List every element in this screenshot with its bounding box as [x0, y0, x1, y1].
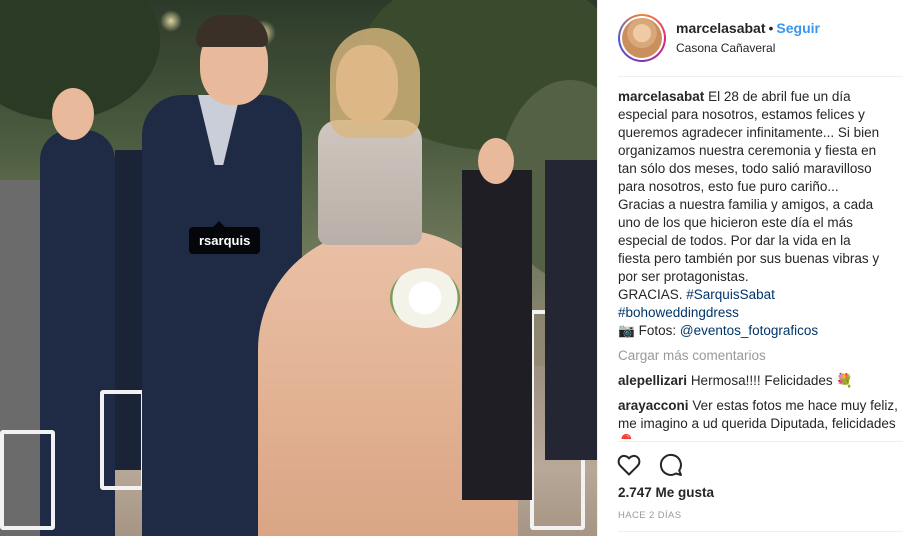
follow-button[interactable]: Seguir	[776, 20, 820, 36]
caption-text-line: queremos agradecer infinitamente... Si b…	[618, 125, 880, 140]
caption-text-line: Gracias a nuestra familia y amigos, a ca…	[618, 197, 874, 212]
bride-hair	[330, 28, 420, 138]
caption-text-line: organizamos nuestra ceremonia y fiesta e…	[618, 143, 877, 158]
caption-text-line: por ser protagonistas.	[618, 269, 749, 284]
header-username[interactable]: marcelasabat	[676, 20, 766, 36]
post-timestamp[interactable]: HACE 2 DÍAS	[618, 510, 682, 521]
balloon-emoji-icon: 🎈	[618, 434, 635, 439]
caption-text-line: especial de todos. Por dar la vida en la	[618, 233, 851, 248]
light-bokeh	[160, 10, 182, 32]
guest-figure	[545, 160, 597, 460]
hashtag-link[interactable]: #bohoweddingdress	[618, 305, 739, 320]
post-photo[interactable]: rsarquis	[0, 0, 597, 536]
fotos-label: Fotos:	[638, 323, 677, 338]
post-side-panel: marcelasabat • Seguir Casona Cañaveral mar…	[597, 0, 915, 536]
comment-text: Hermosa!!!! Felicidades	[690, 373, 833, 388]
guest-figure	[462, 170, 532, 500]
caption: marcelasabat El 28 de abril fue un día e…	[618, 88, 899, 340]
post-header: marcelasabat • Seguir Casona Cañaveral	[618, 10, 903, 66]
divider	[618, 441, 903, 442]
avatar[interactable]	[622, 18, 662, 58]
comments-section[interactable]: marcelasabat El 28 de abril fue un día e…	[618, 88, 899, 439]
bride-bodice	[318, 120, 422, 245]
caption-text-line: El 28 de abril fue un día	[708, 89, 851, 104]
comment-icon[interactable]	[658, 452, 684, 478]
divider	[618, 76, 903, 77]
comment-username[interactable]: alepellizari	[618, 373, 687, 388]
action-bar	[616, 451, 700, 479]
bouquet	[390, 268, 460, 328]
caption-gracias: GRACIAS.	[618, 287, 683, 302]
comment-item: alepellizari Hermosa!!!! Felicidades 💐	[618, 372, 899, 390]
location-link[interactable]: Casona Cañaveral	[676, 39, 820, 57]
comment-username[interactable]: arayacconi	[618, 398, 689, 413]
hashtag-link[interactable]: #SarquisSabat	[686, 287, 775, 302]
caption-text-line: uno de los que hicieron este día el más	[618, 215, 853, 230]
instagram-post: rsarquis marcelasabat • Seguir Casona Caña…	[0, 0, 915, 536]
groom-hair	[196, 15, 268, 47]
mention-link[interactable]: @eventos_fotograficos	[680, 323, 818, 338]
white-chair	[100, 390, 145, 490]
user-tag[interactable]: rsarquis	[189, 221, 261, 254]
likes-count[interactable]: 2.747 Me gusta	[618, 485, 714, 500]
comment-item: arayacconi Ver estas fotos me hace muy f…	[618, 397, 899, 439]
guest-face	[52, 88, 94, 140]
caption-username[interactable]: marcelasabat	[618, 89, 704, 104]
story-ring[interactable]	[618, 14, 666, 62]
white-chair	[0, 430, 55, 530]
heart-icon[interactable]	[616, 452, 642, 478]
caption-text-line: especial para nosotros, estamos felices …	[618, 107, 865, 122]
camera-icon: 📷	[618, 323, 635, 338]
caption-text-line: fiesta pero también por sus buenas vibra…	[618, 251, 880, 266]
caption-text-line: para nosotros, esto fue puro cariño...	[618, 179, 839, 194]
load-more-comments-button[interactable]: Cargar más comentarios	[618, 347, 899, 365]
divider	[618, 531, 903, 532]
caption-text-line: tan sólo dos meses, todo salió maravillo…	[618, 161, 872, 176]
bouquet-emoji-icon: 💐	[836, 373, 854, 388]
separator-dot: •	[768, 20, 774, 36]
guest-face	[478, 138, 514, 184]
